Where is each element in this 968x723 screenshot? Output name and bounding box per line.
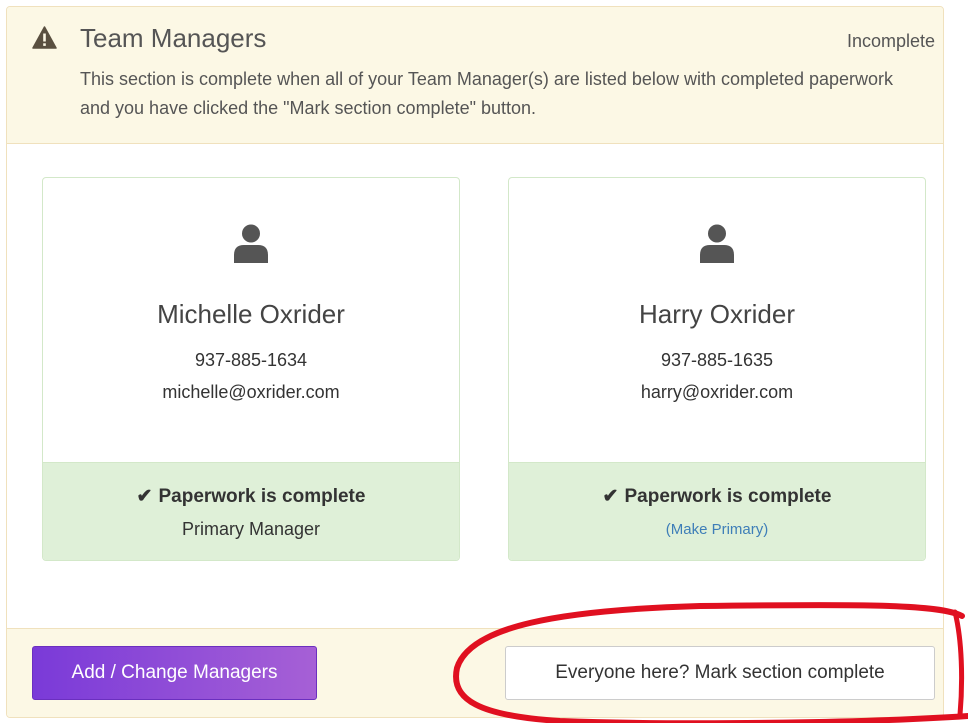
paperwork-status-text: Paperwork is complete [158, 486, 366, 507]
manager-card: Michelle Oxrider 937-885-1634 michelle@o… [42, 177, 460, 561]
manager-phone: 937-885-1634 [194, 350, 308, 370]
paperwork-status-text: Paperwork is complete [624, 486, 832, 507]
add-change-managers-button[interactable]: Add / Change Managers [32, 646, 317, 700]
section-title: Team Managers [80, 23, 267, 53]
section-status: Incomplete [846, 31, 935, 51]
warning-icon [32, 26, 57, 49]
manager-card-body: Harry Oxrider 937-885-1635 harry@oxrider… [509, 178, 925, 462]
check-icon: ✔ [602, 486, 619, 507]
manager-card-body: Michelle Oxrider 937-885-1634 michelle@o… [43, 178, 459, 462]
make-primary-link[interactable]: (Make Primary) [509, 521, 925, 538]
manager-phone: 937-885-1635 [660, 350, 774, 370]
manager-card: Harry Oxrider 937-885-1635 harry@oxrider… [508, 177, 926, 561]
manager-name: Michelle Oxrider [157, 299, 345, 329]
panel-heading: Team Managers Incomplete This section is… [7, 7, 943, 144]
paperwork-status-row: ✔ Paperwork is complete [43, 485, 459, 508]
manager-email: harry@oxrider.com [640, 382, 794, 402]
paperwork-status-row: ✔ Paperwork is complete [509, 485, 925, 508]
manager-role: Primary Manager [181, 519, 321, 539]
check-icon: ✔ [136, 486, 153, 507]
manager-email: michelle@oxrider.com [162, 382, 340, 402]
section-description: This section is complete when all of you… [80, 69, 894, 118]
paperwork-status-footer: ✔ Paperwork is complete Primary Manager [43, 462, 459, 560]
paperwork-status-footer: ✔ Paperwork is complete (Make Primary) [509, 462, 925, 560]
user-icon [234, 224, 268, 263]
panel-footer: Add / Change Managers Everyone here? Mar… [7, 628, 943, 717]
manager-name: Harry Oxrider [638, 299, 795, 329]
mark-section-complete-button[interactable]: Everyone here? Mark section complete [505, 646, 935, 700]
user-icon [700, 224, 734, 263]
team-managers-panel: Team Managers Incomplete This section is… [6, 6, 944, 718]
